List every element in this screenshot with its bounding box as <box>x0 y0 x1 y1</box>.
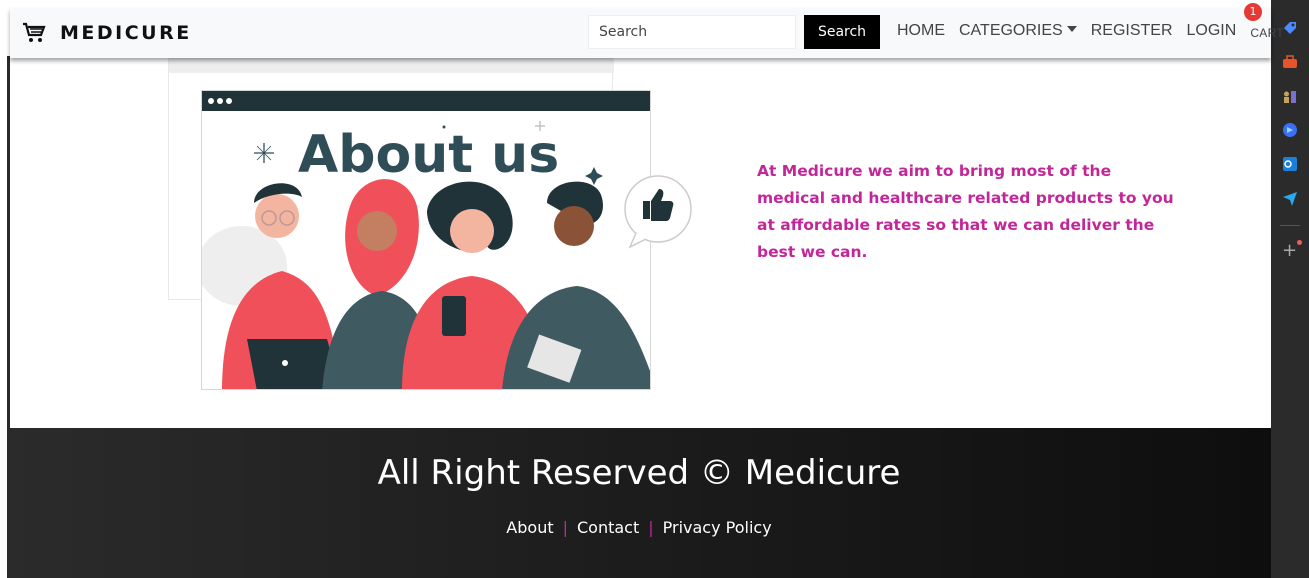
send-icon[interactable] <box>1282 190 1298 206</box>
cart-count-badge: 1 <box>1244 3 1262 21</box>
footer-link-contact[interactable]: Contact <box>577 518 639 537</box>
footer-links: About | Contact | Privacy Policy <box>7 518 1271 537</box>
nav-link-register[interactable]: REGISTER <box>1091 22 1173 40</box>
briefcase-icon[interactable] <box>1282 54 1298 70</box>
nav-link-home[interactable]: HOME <box>897 22 945 40</box>
copilot-icon[interactable] <box>1282 122 1298 138</box>
footer-link-about[interactable]: About <box>506 518 553 537</box>
nav-link-categories-label: CATEGORIES <box>959 22 1063 39</box>
browser-sidebar: + <box>1271 0 1309 578</box>
nav-link-categories[interactable]: CATEGORIES <box>959 22 1077 40</box>
footer-separator: | <box>562 518 568 537</box>
brand-name: MEDICURE <box>60 22 192 44</box>
illustration-window: About us <box>201 90 651 390</box>
search-button[interactable]: Search <box>804 15 880 49</box>
nav-links: HOME CATEGORIES REGISTER LOGIN CART <box>897 8 1284 54</box>
footer-separator: | <box>648 518 654 537</box>
illustration-back-window-bar <box>169 59 614 73</box>
add-icon[interactable]: + <box>1282 240 1297 261</box>
nav-link-login[interactable]: LOGIN <box>1187 22 1237 40</box>
frame-edge <box>7 56 10 428</box>
about-description: At Medicure we aim to bring most of the … <box>757 162 1174 261</box>
people-illustration <box>202 121 650 389</box>
thumbs-up-bubble-icon <box>624 175 692 249</box>
tag-icon[interactable] <box>1282 20 1298 36</box>
brand[interactable]: MEDICURE <box>22 18 192 48</box>
search-input[interactable] <box>588 15 796 49</box>
footer-copyright: All Right Reserved © Medicure <box>377 453 901 493</box>
nav-link-cart[interactable]: CART <box>1250 26 1284 40</box>
sidebar-divider <box>1280 225 1300 226</box>
caret-down-icon <box>1066 26 1077 32</box>
notification-dot <box>1297 240 1302 245</box>
footer: All Right Reserved © Medicure About | Cont… <box>7 428 1271 578</box>
navbar: MEDICURE Search HOME CATEGORIES REGISTER… <box>10 8 1284 58</box>
shopping-cart-icon <box>23 22 46 42</box>
footer-link-privacy[interactable]: Privacy Policy <box>663 518 772 537</box>
chess-icon[interactable] <box>1282 88 1298 104</box>
outlook-icon[interactable] <box>1282 156 1298 172</box>
about-illustration: About us <box>168 58 698 403</box>
